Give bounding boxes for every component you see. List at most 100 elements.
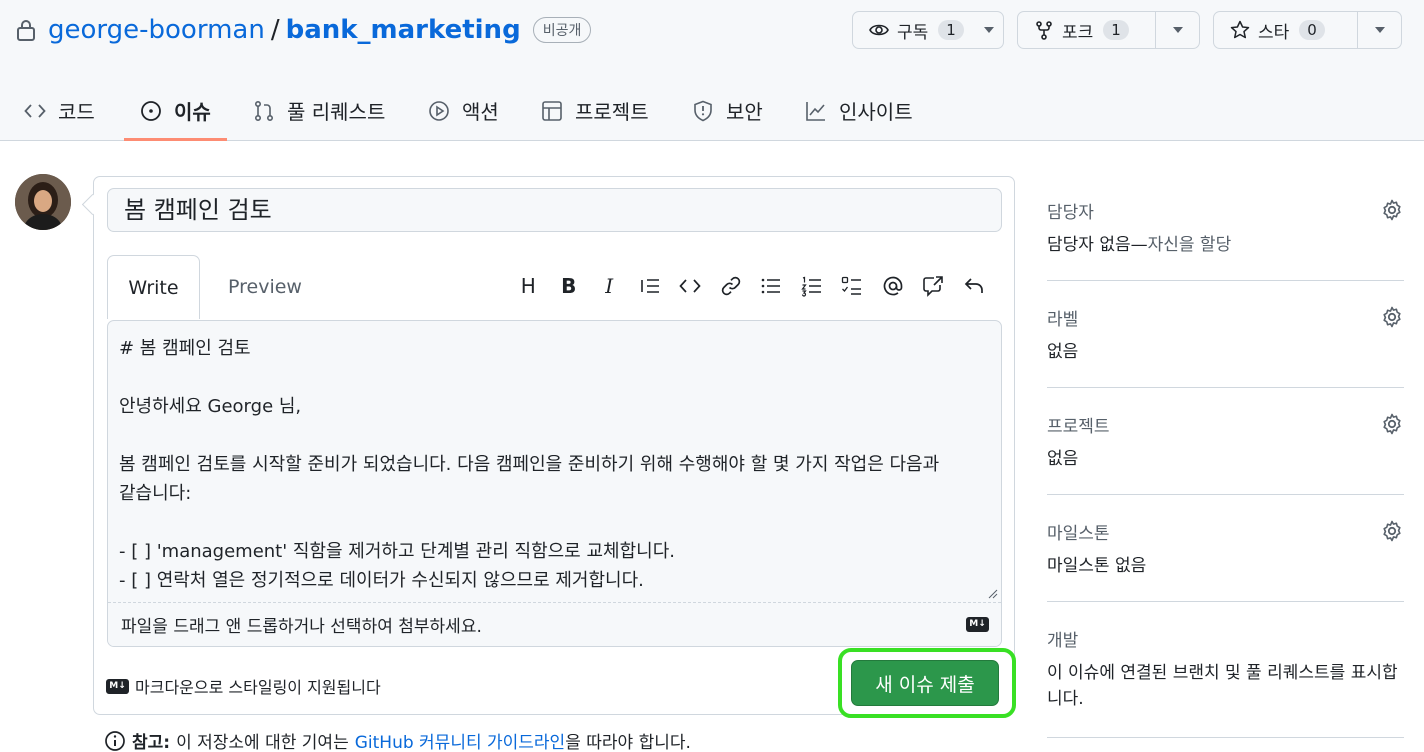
reply-icon [964, 278, 983, 293]
labels-header[interactable]: 라벨 [1047, 287, 1404, 347]
assignees-value: 담당자 없음—자신을 할당 [1047, 232, 1231, 258]
new-issue-form: 봄 캠페인 검토 Write Preview H B I # 봄 캠페인 검토 … [93, 176, 1016, 718]
projects-header[interactable]: 프로젝트 [1047, 394, 1404, 454]
cross-reference-icon [923, 276, 944, 297]
note-label: 참고: [132, 733, 171, 752]
markdown-toolbar: H B I [508, 269, 994, 303]
milestone-value: 마일스톤 없음 [1047, 556, 1147, 576]
note-text-before: 이 저장소에 대한 기여는 [176, 733, 349, 752]
tab-insights[interactable]: 인사이트 [805, 80, 913, 141]
fork-dropdown[interactable] [1155, 12, 1199, 48]
chevron-down-icon [1172, 27, 1183, 33]
tab-insights-label: 인사이트 [839, 100, 913, 124]
link-icon [721, 276, 740, 296]
fork-label: 포크 [1062, 22, 1094, 43]
repo-owner-link[interactable]: george-boorman [48, 15, 265, 45]
issue-title-input[interactable]: 봄 캠페인 검토 [107, 188, 1002, 232]
mention-button[interactable] [873, 269, 914, 303]
divider [1047, 601, 1404, 602]
tab-issues[interactable]: 이슈 [124, 80, 227, 141]
watch-button[interactable]: 구독 1 [853, 12, 976, 48]
markdown-support-note: M↓ 마크다운으로 스타일링이 지원됩니다 [106, 674, 381, 698]
chevron-down-icon [984, 27, 995, 33]
tab-actions[interactable]: 액션 [428, 80, 499, 141]
gear-icon[interactable] [1380, 198, 1404, 222]
tab-code-label: 코드 [58, 100, 95, 124]
list-unordered-icon [761, 278, 781, 294]
star-label: 스타 [1258, 22, 1290, 43]
unordered-list-button[interactable] [751, 269, 792, 303]
markdown-icon: M↓ [966, 617, 989, 632]
play-icon [429, 100, 449, 121]
star-dropdown[interactable] [1357, 12, 1401, 48]
milestone-header[interactable]: 마일스톤 [1047, 501, 1404, 561]
chevron-down-icon [1374, 27, 1385, 33]
italic-button[interactable]: I [589, 269, 630, 303]
tab-security[interactable]: 보안 [692, 80, 763, 141]
ordered-list-button[interactable] [792, 269, 833, 303]
divider [1047, 737, 1404, 738]
tab-code[interactable]: 코드 [24, 80, 95, 141]
fork-button[interactable]: 포크 1 [1018, 12, 1155, 48]
tasklist-icon [842, 276, 862, 295]
heading-button[interactable]: H [508, 269, 549, 303]
pull-request-icon [254, 100, 274, 121]
issue-opened-icon [141, 100, 161, 121]
development-header: 개발 [1047, 608, 1404, 668]
code-icon [24, 103, 46, 118]
submit-highlight: 새 이슈 제출 [838, 648, 1016, 718]
code-button[interactable] [670, 269, 711, 303]
star-icon [1230, 20, 1250, 39]
gear-icon[interactable] [1380, 412, 1404, 436]
code-icon [679, 279, 701, 293]
issue-body-textarea[interactable]: # 봄 캠페인 검토 안녕하세요 George 님, 봄 캠페인 검토를 시작할… [107, 320, 1002, 647]
star-count: 0 [1299, 20, 1325, 40]
submit-new-issue-button[interactable]: 새 이슈 제출 [851, 660, 999, 706]
editor-tabbar: Write Preview H B I [107, 255, 1002, 319]
assignees-header[interactable]: 담당자 [1047, 180, 1404, 240]
contribution-note: 참고: 이 저장소에 대한 기여는 GitHub 커뮤니티 가이드라인 을 따라… [104, 728, 691, 752]
avatar-image [15, 174, 71, 230]
cross-reference-button[interactable] [913, 269, 954, 303]
repo-slash: / [270, 15, 280, 45]
tab-pull-requests[interactable]: 풀 리퀘스트 [253, 80, 385, 141]
file-attach-area[interactable]: 파일을 드래그 앤 드롭하거나 선택하여 첨부하세요. M↓ [108, 602, 1001, 646]
tab-preview[interactable]: Preview [200, 255, 330, 318]
assignees-label: 담당자 [1047, 203, 1094, 223]
bold-button[interactable]: B [549, 269, 590, 303]
markdown-support-text[interactable]: 마크다운으로 스타일링이 지원됩니다 [135, 674, 381, 698]
quote-button[interactable] [630, 269, 671, 303]
list-ordered-icon [801, 276, 821, 297]
development-text-line2: 니다. [1047, 689, 1084, 709]
community-guidelines-link[interactable]: GitHub 커뮤니티 가이드라인 [355, 728, 565, 752]
no-assignee-text: 담당자 없음— [1047, 235, 1148, 255]
task-list-button[interactable] [832, 269, 873, 303]
link-button[interactable] [711, 269, 752, 303]
watch-button-group: 구독 1 [852, 11, 1004, 49]
fork-button-group: 포크 1 [1017, 11, 1200, 49]
gear-icon[interactable] [1380, 305, 1404, 329]
tab-projects[interactable]: 프로젝트 [541, 80, 649, 141]
mention-icon [883, 276, 903, 296]
graph-icon [806, 101, 825, 121]
fork-icon [1036, 21, 1052, 40]
tab-security-label: 보안 [726, 100, 763, 124]
avatar[interactable] [15, 174, 71, 230]
table-icon [542, 100, 562, 121]
note-text-after: 을 따라야 합니다. [565, 733, 691, 752]
star-button-group: 스타 0 [1213, 11, 1402, 49]
repo-name-link[interactable]: bank_marketing [286, 15, 521, 45]
star-button[interactable]: 스타 0 [1214, 12, 1357, 48]
development-text-line1: 이 이슈에 연결된 브랜치 및 풀 리퀘스트를 표시합 [1047, 663, 1398, 683]
gear-icon[interactable] [1380, 519, 1404, 543]
watch-count: 1 [938, 20, 964, 40]
file-attach-hint: 파일을 드래그 앤 드롭하거나 선택하여 첨부하세요. [121, 617, 482, 637]
tab-issues-label: 이슈 [174, 100, 211, 124]
undo-button[interactable] [954, 269, 995, 303]
development-value: 이 이슈에 연결된 브랜치 및 풀 리퀘스트를 표시합 니다. [1047, 660, 1398, 712]
labels-value: 없음 [1047, 342, 1079, 362]
assign-yourself-link[interactable]: 자신을 할당 [1148, 235, 1232, 255]
tab-write[interactable]: Write [107, 255, 200, 319]
watch-dropdown[interactable] [976, 12, 1003, 48]
resize-handle-icon[interactable] [988, 589, 998, 599]
